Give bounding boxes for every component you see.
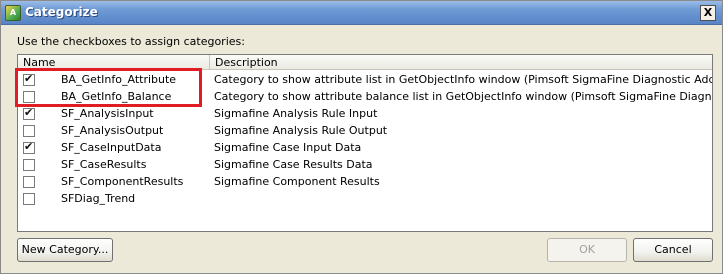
row-checkbox[interactable]	[23, 193, 35, 205]
window-title: Categorize	[25, 5, 98, 19]
checkmark-icon: ✔	[24, 140, 34, 153]
row-description: Sigmafine Case Results Data	[214, 158, 373, 171]
row-name: SFDiag_Trend	[61, 192, 136, 205]
row-name: SF_AnalysisOutput	[61, 124, 164, 137]
list-row[interactable]: SF_CaseResults Sigmafine Case Results Da…	[18, 156, 712, 173]
row-name: SF_ComponentResults	[61, 175, 184, 188]
new-category-button[interactable]: New Category...	[17, 238, 113, 262]
row-checkbox[interactable]	[23, 125, 35, 137]
categorize-dialog: A Categorize X Use the checkboxes to ass…	[0, 0, 723, 274]
row-checkbox[interactable]: ✔	[23, 106, 35, 120]
instructions-label: Use the checkboxes to assign categories:	[17, 35, 245, 48]
row-name: SF_AnalysisInput	[61, 107, 154, 120]
row-description: Category to show attribute list in GetOb…	[214, 73, 713, 86]
row-description: Sigmafine Case Input Data	[214, 141, 362, 154]
checkmark-icon: ✔	[24, 106, 34, 119]
close-button[interactable]: X	[700, 5, 716, 21]
close-icon: X	[703, 6, 713, 19]
list-row[interactable]: SF_ComponentResults Sigmafine Component …	[18, 173, 712, 190]
row-checkbox[interactable]	[23, 159, 35, 171]
list-row[interactable]: SF_AnalysisOutput Sigmafine Analysis Rul…	[18, 122, 712, 139]
row-description: Sigmafine Component Results	[214, 175, 380, 188]
list-row[interactable]: ✔ SF_AnalysisInput Sigmafine Analysis Ru…	[18, 105, 712, 122]
row-checkbox[interactable]	[23, 176, 35, 188]
row-description: Category to show attribute balance list …	[214, 90, 713, 103]
column-header-description[interactable]: Description	[210, 55, 712, 70]
title-bar[interactable]: A Categorize X	[1, 1, 722, 25]
list-row[interactable]: ✔ SF_CaseInputData Sigmafine Case Input …	[18, 139, 712, 156]
ok-button[interactable]: OK	[547, 238, 627, 262]
cancel-button[interactable]: Cancel	[633, 238, 713, 262]
row-name: SF_CaseInputData	[61, 141, 162, 154]
list-row[interactable]: SFDiag_Trend	[18, 190, 712, 207]
row-description: Sigmafine Analysis Rule Input	[214, 107, 378, 120]
row-name: SF_CaseResults	[61, 158, 147, 171]
row-checkbox[interactable]: ✔	[23, 140, 35, 154]
highlight-annotation	[15, 68, 202, 107]
app-icon: A	[5, 5, 21, 21]
row-description: Sigmafine Analysis Rule Output	[214, 124, 388, 137]
